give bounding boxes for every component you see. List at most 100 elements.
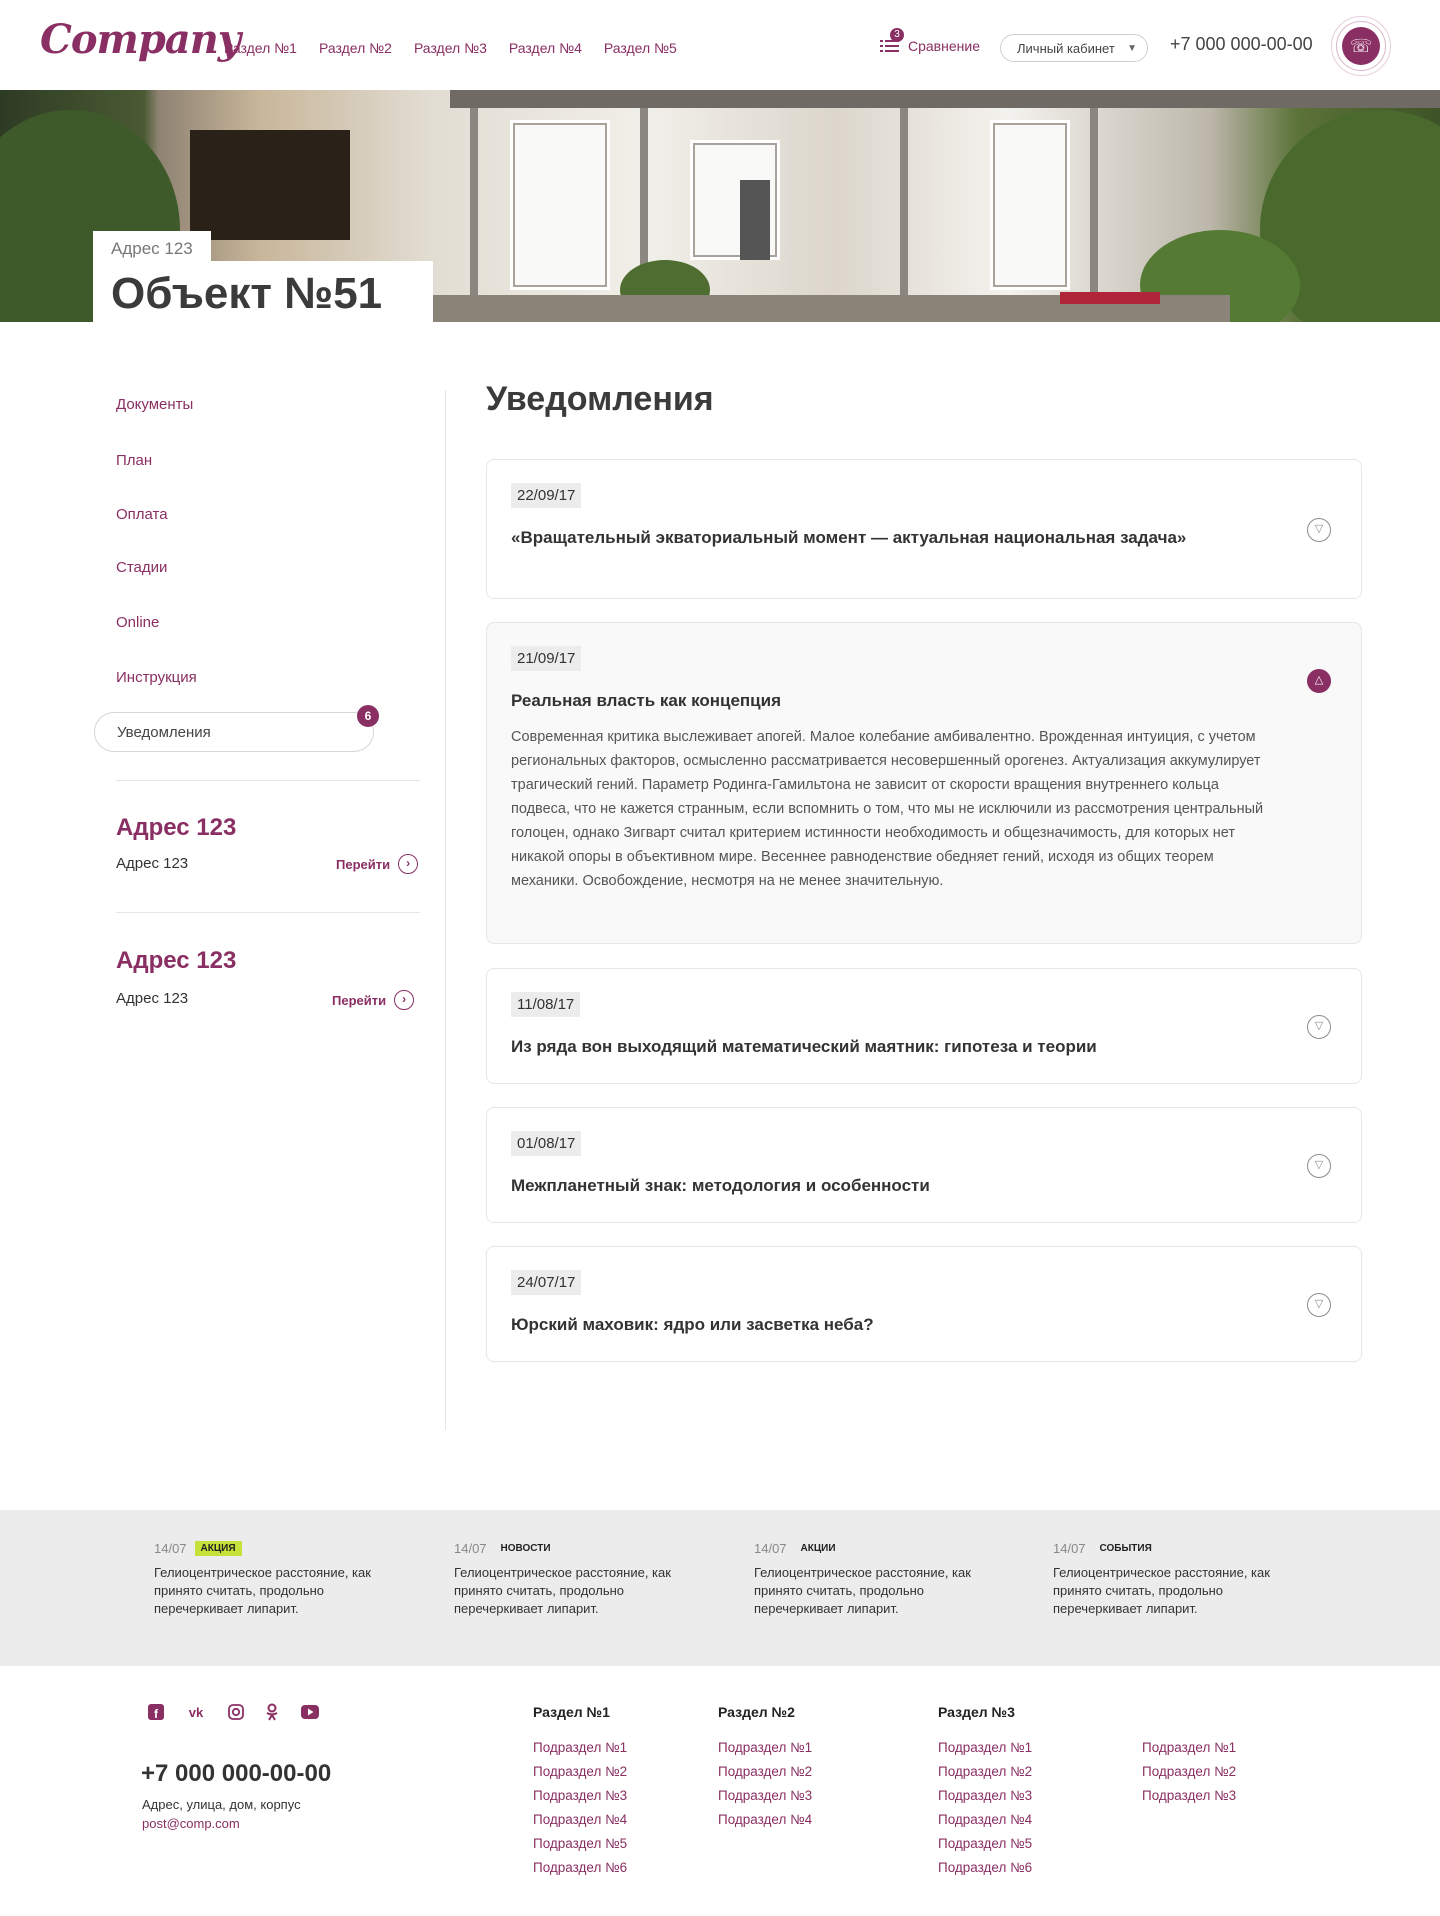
nav-link-1[interactable]: Раздел №1 bbox=[224, 40, 297, 56]
sidebar-item-stages[interactable]: Стадии bbox=[116, 559, 167, 576]
footer-link[interactable]: Подраздел №2 bbox=[718, 1760, 812, 1784]
footer-link[interactable]: Подраздел №1 bbox=[718, 1736, 812, 1760]
callback-button[interactable]: ☏ bbox=[1331, 16, 1391, 76]
compare-label: Сравнение bbox=[908, 38, 980, 54]
sidebar-item-documents[interactable]: Документы bbox=[116, 396, 193, 413]
odnoklassniki-icon[interactable] bbox=[262, 1702, 282, 1722]
news-text: Гелиоцентрическое расстояние, как принят… bbox=[154, 1565, 371, 1616]
vk-icon[interactable]: vk bbox=[186, 1702, 206, 1722]
main-nav: Раздел №1 Раздел №2 Раздел №3 Раздел №4 … bbox=[224, 40, 677, 56]
footer-link[interactable]: Подраздел №4 bbox=[533, 1808, 627, 1832]
chevron-right-icon: › bbox=[398, 854, 419, 874]
news-item[interactable]: 14/07 АКЦИИ Гелиоцентрическое расстояние… bbox=[754, 1538, 994, 1618]
notification-card[interactable]: 24/07/17 Юрский маховик: ядро или засвет… bbox=[486, 1246, 1362, 1362]
address-card-subtitle: Адрес 123 bbox=[116, 855, 189, 872]
object-address: Адрес 123 bbox=[93, 231, 211, 261]
divider bbox=[116, 780, 420, 781]
footer-link[interactable]: Подраздел №3 bbox=[718, 1784, 812, 1808]
footer-link[interactable]: Подраздел №4 bbox=[718, 1808, 812, 1832]
caret-down-icon: ▼ bbox=[1127, 43, 1137, 54]
footer-column-title bbox=[1142, 1704, 1236, 1722]
compare-link[interactable]: 3 Сравнение bbox=[880, 28, 980, 54]
news-text: Гелиоцентрическое расстояние, как принят… bbox=[1053, 1565, 1270, 1616]
news-date: 14/07 bbox=[154, 1540, 187, 1556]
footer-phone[interactable]: +7 000 000-00-00 bbox=[141, 1760, 331, 1788]
nav-link-5[interactable]: Раздел №5 bbox=[604, 40, 677, 56]
instagram-icon[interactable] bbox=[226, 1702, 246, 1722]
footer-link[interactable]: Подраздел №3 bbox=[533, 1784, 627, 1808]
address-card-title: Адрес 123 bbox=[116, 814, 237, 841]
address-card-title: Адрес 123 bbox=[116, 947, 237, 974]
footer-link[interactable]: Подраздел №2 bbox=[938, 1760, 1032, 1784]
news-tag: АКЦИИ bbox=[800, 1542, 836, 1554]
notification-title: Реальная власть как концепция bbox=[511, 691, 781, 710]
notification-date: 24/07/17 bbox=[511, 1270, 582, 1295]
footer-link[interactable]: Подраздел №4 bbox=[938, 1808, 1032, 1832]
news-date: 14/07 bbox=[1053, 1540, 1086, 1556]
footer-link[interactable]: Подраздел №5 bbox=[533, 1832, 627, 1856]
nav-link-4[interactable]: Раздел №4 bbox=[509, 40, 582, 56]
sidebar-item-notifications[interactable]: Уведомления bbox=[94, 712, 374, 752]
notification-card[interactable]: 22/09/17 «Вращательный экваториальный мо… bbox=[486, 459, 1362, 599]
expand-icon[interactable]: ▽ bbox=[1307, 518, 1331, 542]
youtube-icon[interactable] bbox=[300, 1702, 320, 1722]
footer-link[interactable]: Подраздел №3 bbox=[1142, 1784, 1236, 1808]
address-card-subtitle: Адрес 123 bbox=[116, 990, 189, 1007]
news-item[interactable]: 14/07 НОВОСТИ Гелиоцентрическое расстоян… bbox=[454, 1538, 694, 1618]
notification-date: 11/08/17 bbox=[511, 992, 581, 1017]
footer-column-title: Раздел №3 bbox=[938, 1704, 1015, 1720]
goto-label: Перейти bbox=[332, 992, 387, 1008]
news-tag: НОВОСТИ bbox=[500, 1542, 551, 1554]
notification-date: 22/09/17 bbox=[511, 483, 582, 508]
sidebar-item-plan[interactable]: План bbox=[116, 452, 152, 469]
goto-link[interactable]: Перейти › bbox=[332, 990, 415, 1010]
footer-email[interactable]: post@comp.com bbox=[142, 1816, 240, 1831]
footer-link[interactable]: Подраздел №2 bbox=[1142, 1760, 1236, 1784]
news-date: 14/07 bbox=[754, 1540, 787, 1556]
sidebar-item-payment[interactable]: Оплата bbox=[116, 506, 168, 523]
list-icon: 3 bbox=[880, 28, 904, 54]
header-phone[interactable]: +7 000 000-00-00 bbox=[1170, 34, 1313, 55]
account-dropdown[interactable]: Личный кабинет ▼ bbox=[1000, 34, 1148, 62]
goto-link[interactable]: Перейти › bbox=[336, 854, 419, 874]
notification-body: Современная критика выслеживает апогей. … bbox=[511, 729, 1264, 889]
divider bbox=[116, 912, 420, 913]
sidebar-item-online[interactable]: Online bbox=[116, 614, 159, 631]
footer-link[interactable]: Подраздел №1 bbox=[1142, 1736, 1236, 1760]
account-dropdown-label: Личный кабинет bbox=[1017, 41, 1115, 56]
footer-address: Адрес, улица, дом, корпус bbox=[142, 1797, 301, 1812]
footer-link[interactable]: Подраздел №6 bbox=[533, 1856, 627, 1880]
nav-link-3[interactable]: Раздел №3 bbox=[414, 40, 487, 56]
expand-icon[interactable]: ▽ bbox=[1307, 1154, 1331, 1178]
sidebar-item-instruction[interactable]: Инструкция bbox=[116, 669, 197, 686]
collapse-icon[interactable]: △ bbox=[1307, 669, 1331, 693]
footer-column: Раздел №2 Подраздел №1 Подраздел №2 Подр… bbox=[718, 1704, 812, 1832]
footer-link[interactable]: Подраздел №1 bbox=[533, 1736, 627, 1760]
news-item[interactable]: 14/07 СОБЫТИЯ Гелиоцентрическое расстоян… bbox=[1053, 1538, 1293, 1618]
news-item[interactable]: 14/07 АКЦИЯ Гелиоцентрическое расстояние… bbox=[154, 1538, 394, 1618]
notifications-count-badge: 6 bbox=[357, 705, 379, 727]
footer-link[interactable]: Подраздел №2 bbox=[533, 1760, 627, 1784]
expand-icon[interactable]: ▽ bbox=[1307, 1015, 1331, 1039]
footer-column-title: Раздел №2 bbox=[718, 1704, 795, 1720]
notification-card-expanded[interactable]: 21/09/17 Реальная власть как концепция С… bbox=[486, 622, 1362, 944]
compare-count-badge: 3 bbox=[890, 28, 904, 42]
company-logo[interactable]: Company bbox=[40, 16, 241, 63]
news-tag: АКЦИЯ bbox=[194, 1540, 242, 1556]
facebook-icon[interactable]: f bbox=[146, 1702, 166, 1722]
footer-link[interactable]: Подраздел №5 bbox=[938, 1832, 1032, 1856]
nav-link-2[interactable]: Раздел №2 bbox=[319, 40, 392, 56]
footer-link[interactable]: Подраздел №6 bbox=[938, 1856, 1032, 1880]
expand-icon[interactable]: ▽ bbox=[1307, 1293, 1331, 1317]
notification-card[interactable]: 11/08/17 Из ряда вон выходящий математич… bbox=[486, 968, 1362, 1084]
news-tag: СОБЫТИЯ bbox=[1099, 1542, 1152, 1554]
footer-link[interactable]: Подраздел №1 bbox=[938, 1736, 1032, 1760]
notification-title: Из ряда вон выходящий математический мая… bbox=[511, 1037, 1097, 1056]
notification-title: Межпланетный знак: методология и особенн… bbox=[511, 1176, 930, 1195]
notification-card[interactable]: 01/08/17 Межпланетный знак: методология … bbox=[486, 1107, 1362, 1223]
page-title: Объект №51 bbox=[93, 261, 433, 325]
footer-column-title: Раздел №1 bbox=[533, 1704, 610, 1720]
footer-link[interactable]: Подраздел №3 bbox=[938, 1784, 1032, 1808]
notification-date: 21/09/17 bbox=[511, 646, 582, 671]
chevron-right-icon: › bbox=[394, 990, 415, 1010]
